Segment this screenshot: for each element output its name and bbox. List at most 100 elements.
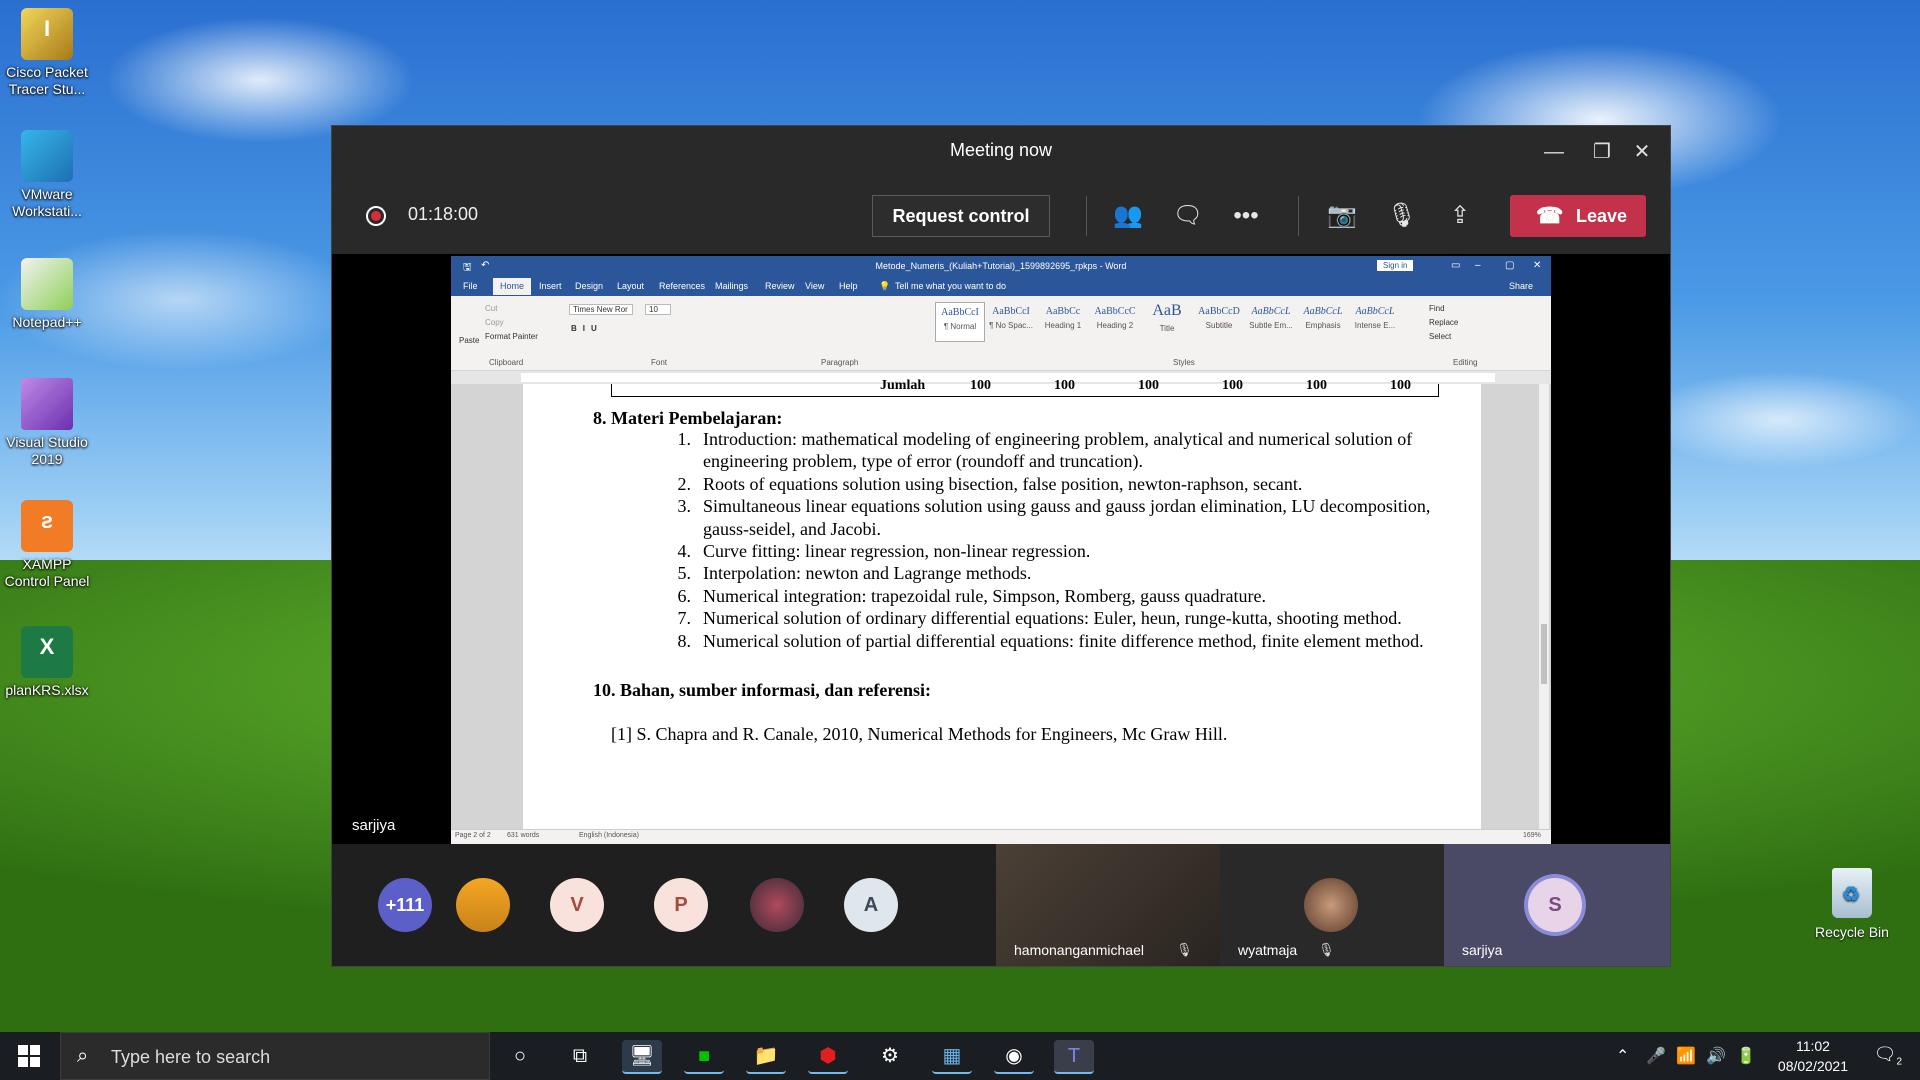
teams-meeting-window: Meeting now — ❐ ✕ 01:18:00 Request contr… [332, 126, 1670, 966]
presenter-name: sarjiya [352, 817, 396, 834]
hang-up-icon: ☎ [1536, 203, 1564, 228]
microphone-icon[interactable]: 🎤 [1646, 1046, 1666, 1066]
participant-avatar: S [1528, 878, 1582, 932]
teams-app-icon[interactable]: T [1054, 1040, 1094, 1074]
cisco-packet-tracer-icon: I [21, 8, 73, 60]
desktop-icon-cisco[interactable]: I Cisco Packet Tracer Stu... [0, 8, 94, 98]
lightbulb-icon: 💡 [879, 281, 891, 291]
desktop-icon-notepad[interactable]: Notepad++ [0, 258, 94, 331]
status-language: English (Indonesia) [579, 832, 639, 839]
group-font: Font [651, 358, 668, 367]
word-tab-design: Design [575, 281, 604, 291]
meeting-timer: 01:18:00 [408, 204, 479, 224]
more-options-icon[interactable]: ••• [1230, 200, 1262, 232]
participant-avatar-photo[interactable] [750, 878, 804, 932]
more-participants-button[interactable]: +111 [378, 878, 432, 932]
participant-avatar[interactable]: V [550, 878, 604, 932]
status-words: 631 words [507, 832, 540, 839]
wifi-icon[interactable]: 📶 [1676, 1046, 1696, 1066]
camera-off-icon[interactable]: 📷 [1326, 200, 1358, 232]
status-zoom: 169% [1523, 832, 1541, 839]
acrobat-icon[interactable]: ⬢ [808, 1040, 848, 1074]
table-cell: 100 [1306, 378, 1327, 393]
notification-center-icon[interactable]: 🗨2 [1874, 1044, 1902, 1068]
cortana-icon[interactable]: ○ [500, 1040, 540, 1072]
search-icon: ⌕ [77, 1045, 89, 1067]
close-icon[interactable]: ✕ [1626, 136, 1658, 168]
table-cell: Jumlah [880, 378, 926, 393]
word-tab-file: File [463, 281, 478, 291]
request-control-button[interactable]: Request control [872, 195, 1050, 237]
network-app-icon[interactable]: ▦ [932, 1040, 972, 1074]
participant-avatar-photo[interactable] [456, 878, 510, 932]
word-tell-me: Tell me what you want to do [895, 281, 1007, 291]
taskbar: ⌕ Type here to search ○ ⧉ 🖥 ■ 📁 ⬢ ⚙ ▦ ◉ … [0, 1032, 1920, 1080]
leave-button[interactable]: ☎ Leave [1510, 195, 1646, 237]
word-tab-references: References [659, 281, 706, 291]
list-item: 7. Numerical solution of ordinary differe… [677, 608, 1402, 629]
style-emphasis: AaBbCcL Emphasis [1303, 306, 1343, 330]
word-sign-in: Sign in [1377, 260, 1414, 271]
desktop-icon-plankrs[interactable]: X planKRS.xlsx [0, 626, 94, 699]
chevron-up-icon[interactable]: ⌃ [1616, 1046, 1629, 1066]
participant-avatar[interactable]: P [654, 878, 708, 932]
list-item: 6. Numerical integration: trapezoidal rul… [677, 585, 1267, 606]
recycle-bin-icon: ♻ [1832, 868, 1872, 918]
share-screen-icon[interactable]: ⇪ [1444, 200, 1476, 232]
desktop-icon-recycle-bin[interactable]: ♻ Recycle Bin [1802, 868, 1902, 940]
task-view-icon[interactable]: ⧉ [560, 1040, 600, 1072]
restore-icon[interactable]: ❐ [1586, 136, 1618, 168]
desktop-icon-vmware[interactable]: VMware Workstati... [0, 130, 94, 220]
desktop-icon-label: XAMPP [22, 556, 72, 572]
windows-start-icon[interactable] [18, 1045, 40, 1067]
clock-date: 08/02/2021 [1777, 1058, 1848, 1074]
font-size-box: 10 [645, 304, 671, 315]
taskbar-clock[interactable]: 11:02 08/02/2021 [1778, 1036, 1848, 1076]
font-name-box: Times New Ror [569, 304, 633, 315]
minimize-icon[interactable]: — [1538, 136, 1570, 168]
word-status-bar: Page 2 of 2 631 words English (Indonesia… [451, 829, 1551, 844]
line-app-icon[interactable]: ■ [684, 1040, 724, 1074]
desktop-icon-xampp[interactable]: ƨ XAMPP Control Panel [0, 500, 94, 590]
video-tile[interactable]: hamonanganmichael 🎙 [996, 844, 1220, 966]
settings-gear-icon[interactable]: ⚙ [870, 1040, 910, 1072]
word-close-icon: ✕ [1533, 260, 1542, 271]
video-tile-active-speaker[interactable]: S sarjiya [1444, 844, 1670, 966]
copy-label: Copy [485, 318, 504, 327]
desktop-icon-label: Tracer Stu... [8, 81, 86, 97]
style-heading2: AaBbCcC Heading 2 [1094, 306, 1136, 330]
find-label: Find [1429, 304, 1445, 313]
participant-avatar-photo [1304, 878, 1358, 932]
desktop-icon-visual-studio[interactable]: Visual Studio 2019 [0, 378, 94, 468]
word-ribbon-tabs: File Home Insert Design Layout Reference… [451, 278, 1551, 296]
mic-off-icon[interactable]: 🎙 [1386, 200, 1418, 232]
battery-icon[interactable]: 🔋 [1736, 1046, 1756, 1066]
mic-muted-icon: 🎙 [1318, 942, 1335, 957]
replace-label: Replace [1429, 318, 1459, 327]
visual-studio-icon [21, 378, 73, 430]
select-label: Select [1429, 332, 1452, 341]
xampp-icon: ƨ [21, 500, 73, 552]
word-tab-mailings: Mailings [715, 281, 749, 291]
chrome-icon[interactable]: ◉ [994, 1040, 1034, 1074]
volume-icon[interactable]: 🔊 [1706, 1046, 1726, 1066]
chat-icon[interactable]: 🗨 [1172, 200, 1204, 232]
file-explorer-icon[interactable]: 📁 [746, 1040, 786, 1074]
word-titlebar: 🖫 ↶ Metode_Numeris_(Kuliah+Tutorial)_159… [451, 256, 1551, 278]
desktop-icon-label: planKRS.xlsx [5, 682, 89, 698]
meeting-controls-bar: 01:18:00 Request control 👥 🗨 ••• 📷 🎙 ⇪ ☎… [332, 178, 1670, 254]
table-cell: 100 [1054, 378, 1075, 393]
word-scrollbar [1539, 384, 1549, 830]
participant-avatar[interactable]: A [844, 878, 898, 932]
style-subtle-emphasis: AaBbCcL Subtle Em... [1249, 306, 1293, 330]
desktop-icon-label: Notepad++ [12, 314, 82, 330]
video-tile[interactable]: wyatmaja 🎙 [1220, 844, 1444, 966]
shared-screen-stage: 🖫 ↶ Metode_Numeris_(Kuliah+Tutorial)_159… [332, 254, 1670, 844]
divider [1086, 196, 1087, 236]
remote-desktop-icon[interactable]: 🖥 [622, 1040, 662, 1074]
score-table-bottom: Jumlah 100 100 100 100 100 100 [611, 378, 1439, 397]
style-normal: AaBbCcI ¶ Normal [935, 302, 985, 342]
reference-entry: [1] S. Chapra and R. Canale, 2010, Numer… [611, 724, 1228, 744]
taskbar-search-box[interactable]: ⌕ Type here to search [60, 1032, 490, 1080]
participants-icon[interactable]: 👥 [1112, 200, 1144, 232]
